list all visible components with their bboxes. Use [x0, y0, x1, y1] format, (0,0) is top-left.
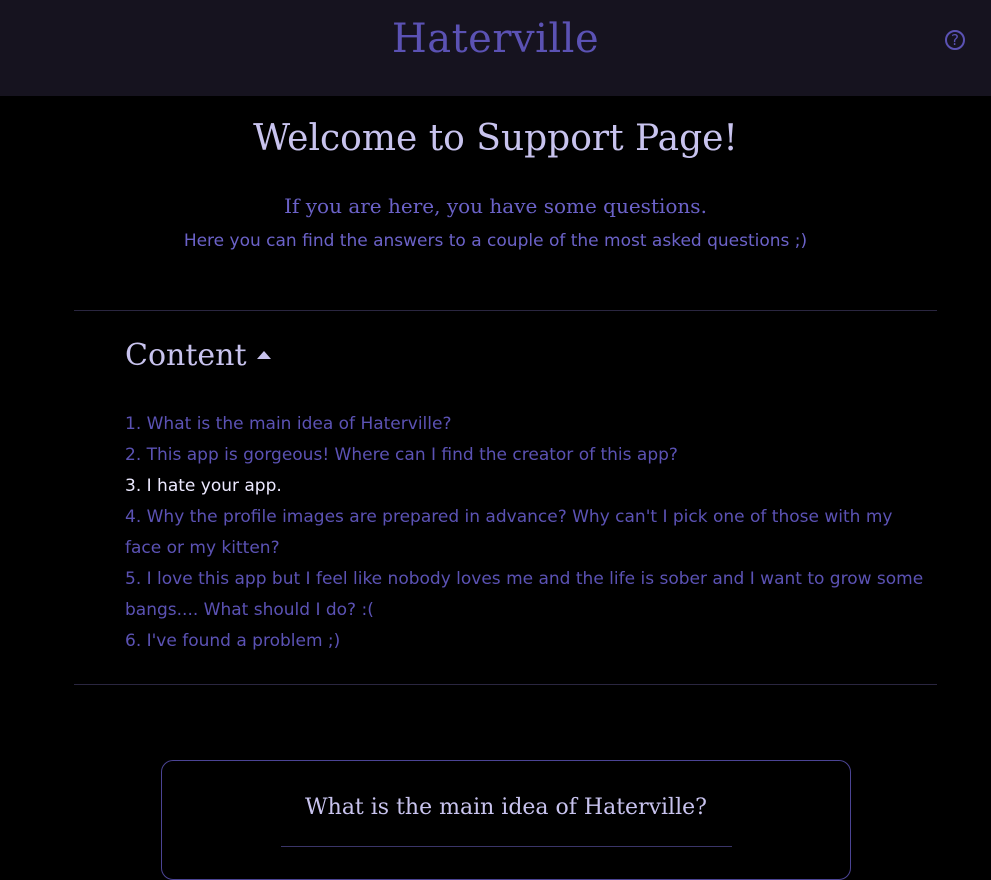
caret-up-icon — [256, 351, 271, 359]
question-link-3[interactable]: 3. I hate your app. — [125, 471, 930, 502]
divider-bottom — [74, 684, 937, 685]
top-bar: Haterville ? — [0, 0, 991, 96]
question-link-1[interactable]: 1. What is the main idea of Haterville? — [125, 409, 930, 440]
app-title[interactable]: Haterville — [0, 16, 991, 62]
page-note: Here you can find the answers to a coupl… — [183, 231, 808, 251]
page-title: Welcome to Support Page! — [253, 118, 738, 159]
divider-top — [74, 310, 937, 311]
answer-card-divider — [281, 846, 732, 847]
answer-card-title: What is the main idea of Haterville? — [305, 795, 707, 820]
page-subtitle: If you are here, you have some questions… — [284, 194, 707, 218]
question-link-2[interactable]: 2. This app is gorgeous! Where can I fin… — [125, 440, 930, 471]
content-toggle[interactable]: Content — [125, 338, 271, 373]
question-link-4[interactable]: 4. Why the profile images are prepared i… — [125, 502, 930, 564]
help-icon[interactable]: ? — [945, 30, 965, 50]
content-heading: Content — [125, 338, 247, 373]
question-link-5[interactable]: 5. I love this app but I feel like nobod… — [125, 564, 930, 626]
question-list: 1. What is the main idea of Haterville? … — [125, 409, 930, 657]
answer-card: What is the main idea of Haterville? — [161, 760, 851, 880]
question-link-6[interactable]: 6. I've found a problem ;) — [125, 626, 930, 657]
